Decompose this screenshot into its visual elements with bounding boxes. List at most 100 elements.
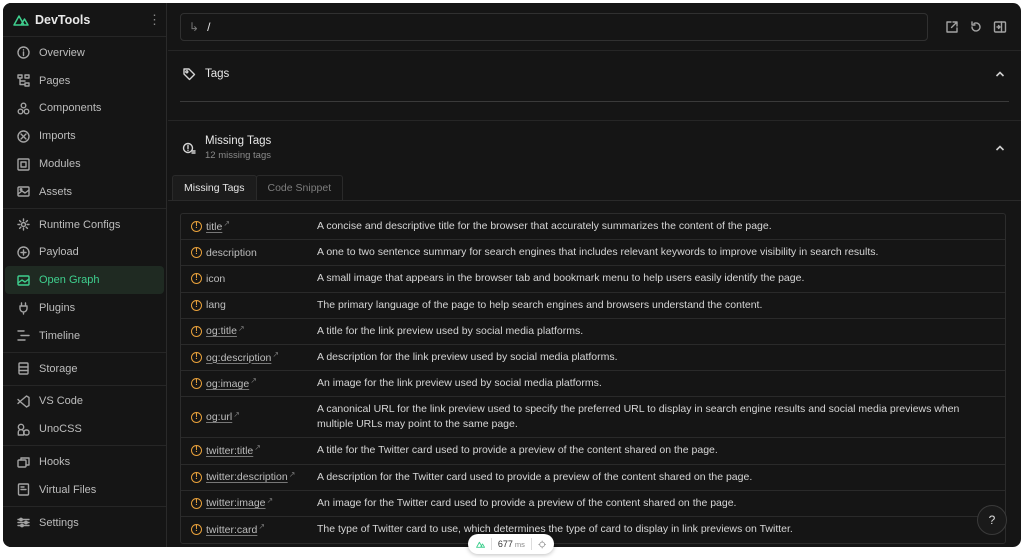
tag-name[interactable]: og:description <box>206 352 271 364</box>
missing-tags-header[interactable]: Missing Tags 12 missing tags <box>168 121 1021 175</box>
tags-section-header[interactable]: Tags <box>168 51 1021 97</box>
tags-section-title: Tags <box>205 68 230 80</box>
gear-icon <box>17 218 30 231</box>
sidebar-item-label: UnoCSS <box>39 423 82 436</box>
components-icon <box>17 102 30 115</box>
table-row: ! og:description ↗ A description for the li… <box>181 345 1005 372</box>
split-panel-icon[interactable] <box>993 20 1007 34</box>
tag-name[interactable]: title <box>206 221 222 233</box>
warning-icon: ! <box>191 299 202 311</box>
warning-icon: ! <box>191 497 202 509</box>
tag-cell: ! og:description ↗ <box>181 350 317 364</box>
sidebar-item-storage[interactable]: Storage <box>5 355 164 383</box>
sidebar-item-pages[interactable]: Pages <box>5 67 164 95</box>
table-row: ! twitter:image ↗ An image for the Twitter … <box>181 491 1005 517</box>
tag-cell: ! title ↗ <box>181 219 317 233</box>
sidebar-item-label: Plugins <box>39 302 76 315</box>
open-in-new-icon[interactable] <box>945 20 959 34</box>
sidebar-item-plugins[interactable]: Plugins <box>5 294 164 322</box>
route-input[interactable]: ↳ / <box>180 12 928 41</box>
refresh-icon[interactable] <box>969 20 983 34</box>
warning-icon: ! <box>191 411 202 423</box>
sidebar-item-label: Pages <box>39 74 71 87</box>
sidebar-item-imports[interactable]: Imports <box>5 122 164 150</box>
route-arrow-icon: ↳ <box>189 19 200 34</box>
perf-divider <box>491 538 492 550</box>
warning-icon: ! <box>191 221 202 233</box>
nuxt-logo-icon <box>13 14 29 26</box>
tab-code-snippet[interactable]: Code Snippet <box>255 175 344 200</box>
sidebar-item-open-graph[interactable]: Open Graph <box>5 266 164 295</box>
tag-name[interactable]: og:url <box>206 411 232 423</box>
tag-name[interactable]: og:image <box>206 378 249 390</box>
external-link-icon[interactable]: ↗ <box>254 443 261 452</box>
tag-name: description <box>206 246 257 259</box>
table-row: ! twitter:card ↗ The type of Twitter card t… <box>181 517 1005 543</box>
sidebar-item-modules[interactable]: Modules <box>5 150 164 178</box>
nuxt-logo-icon <box>476 541 485 548</box>
sidebar-nav: Overview Pages Components Imports Modules Ass… <box>3 37 166 539</box>
tag-name[interactable]: twitter:image <box>206 497 266 509</box>
unocss-icon <box>17 423 30 436</box>
tag-description: A description for the Twitter card used … <box>317 470 753 483</box>
chevron-up-icon[interactable] <box>995 143 1005 153</box>
sidebar-item-label: Runtime Configs <box>39 218 121 231</box>
timeline-icon <box>17 330 30 342</box>
route-value: / <box>207 19 211 34</box>
sidebar-item-assets[interactable]: Assets <box>5 178 164 206</box>
external-link-icon[interactable]: ↗ <box>250 376 257 385</box>
modules-icon <box>17 157 30 171</box>
plug-icon <box>19 301 28 315</box>
external-link-icon[interactable]: ↗ <box>258 522 265 531</box>
table-row: ! twitter:description ↗ A description for t… <box>181 465 1005 491</box>
help-button[interactable]: ? <box>977 505 1007 535</box>
sidebar: DevTools ⋮ Overview Pages Components Import… <box>3 3 167 547</box>
external-link-icon[interactable]: ↗ <box>289 470 296 479</box>
external-link-icon[interactable]: ↗ <box>223 219 230 228</box>
tag-description: An image for the Twitter card used to pr… <box>317 496 737 509</box>
warning-icon: ! <box>191 445 202 457</box>
sidebar-item-label: VS Code <box>39 395 84 408</box>
sidebar-group: Settings <box>3 507 166 539</box>
sidebar-item-payload[interactable]: Payload <box>5 239 164 267</box>
sidebar-item-hooks[interactable]: Hooks <box>5 448 164 476</box>
external-link-icon[interactable]: ↗ <box>272 350 279 359</box>
sidebar-item-virtual-files[interactable]: Virtual Files <box>5 476 164 504</box>
sidebar-item-label: Open Graph <box>39 274 100 287</box>
external-link-icon[interactable]: ↗ <box>267 496 274 505</box>
top-actions <box>945 20 1007 34</box>
sidebar-group: VS Code UnoCSS <box>3 386 166 447</box>
tag-name[interactable]: twitter:description <box>206 471 288 483</box>
sidebar-item-timeline[interactable]: Timeline <box>5 322 164 350</box>
sidebar-item-label: Hooks <box>39 456 71 469</box>
sidebar-item-vs-code[interactable]: VS Code <box>5 388 164 416</box>
sidebar-item-settings[interactable]: Settings <box>5 509 164 537</box>
chevron-up-icon[interactable] <box>995 69 1005 79</box>
tag-name[interactable]: twitter:card <box>206 524 257 536</box>
more-vertical-icon[interactable]: ⋮ <box>148 12 161 28</box>
sidebar-item-label: Virtual Files <box>39 483 97 496</box>
topbar: ↳ / <box>168 3 1021 51</box>
tag-cell: ! twitter:title ↗ <box>181 443 317 457</box>
external-link-icon[interactable]: ↗ <box>233 410 240 419</box>
missing-tags-table: ! title ↗ A concise and descriptive title f… <box>180 213 1006 545</box>
warning-icon: ! <box>191 378 202 390</box>
tag-cell: ! og:title ↗ <box>181 324 317 337</box>
tag-name[interactable]: twitter:title <box>206 445 253 457</box>
tag-cell: ! icon <box>181 273 317 285</box>
tag-description: A one to two sentence summary for search… <box>317 246 879 259</box>
tag-name[interactable]: og:title <box>206 325 237 337</box>
payload-icon <box>17 246 30 259</box>
sidebar-item-label: Settings <box>39 516 79 529</box>
sidebar-item-components[interactable]: Components <box>5 95 164 123</box>
sidebar-item-runtime-configs[interactable]: Runtime Configs <box>5 211 164 239</box>
sidebar-item-unocss[interactable]: UnoCSS <box>5 415 164 443</box>
sidebar-item-label: Payload <box>39 246 79 259</box>
perf-badge[interactable]: 677 ms <box>468 534 554 554</box>
table-row: ! title ↗ A concise and descriptive title f… <box>181 214 1005 241</box>
tab-missing-tags[interactable]: Missing Tags <box>172 175 257 200</box>
main-panel: ↳ / Tags Missing Tags 12 missing tags Mi… <box>168 3 1021 547</box>
external-link-icon[interactable]: ↗ <box>238 324 245 333</box>
target-icon[interactable] <box>538 539 546 550</box>
sidebar-item-overview[interactable]: Overview <box>5 39 164 67</box>
